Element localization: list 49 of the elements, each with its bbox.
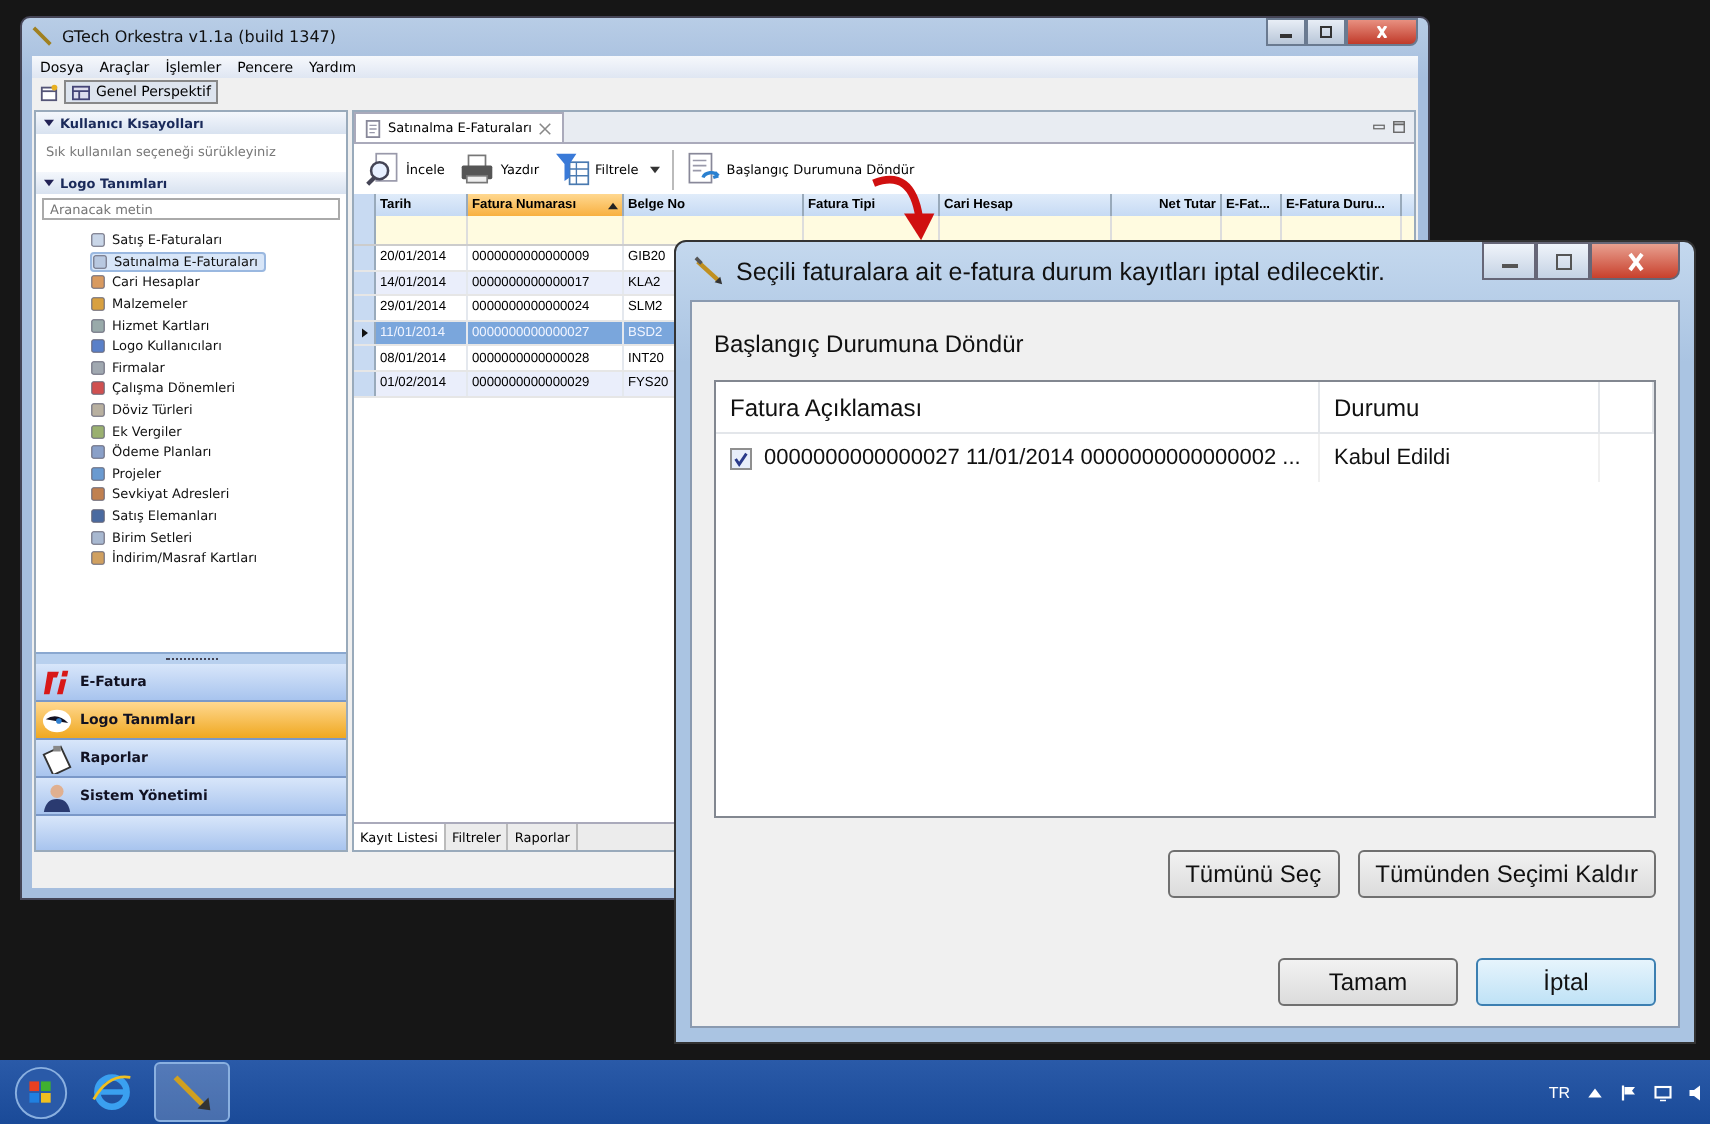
close-icon <box>1372 26 1392 38</box>
maximize-icon <box>1555 253 1571 269</box>
caret-up-icon[interactable] <box>1586 1083 1604 1101</box>
maximize-icon[interactable] <box>1392 120 1406 134</box>
close-button[interactable] <box>1590 242 1680 280</box>
document-icon <box>364 119 382 137</box>
browser-e-icon[interactable] <box>90 1070 134 1114</box>
table-cell: 0000000000000027 11/01/2014 0000000000000002 ... <box>764 446 1301 470</box>
minimize-button[interactable] <box>1482 242 1536 280</box>
splitter-handle[interactable] <box>165 657 217 661</box>
close-button[interactable] <box>1346 18 1418 46</box>
column-header[interactable]: Fatura Açıklaması <box>716 382 1320 432</box>
open-perspective-icon[interactable] <box>40 83 58 101</box>
start-orb-icon[interactable] <box>12 1063 70 1121</box>
eye-icon <box>42 705 72 735</box>
sort-arrow-icon <box>608 201 618 209</box>
grid-icon <box>72 83 90 101</box>
magnifier-icon <box>366 152 400 186</box>
speaker-icon[interactable] <box>1688 1083 1706 1101</box>
select-button[interactable]: Tümünü Seç <box>1167 850 1340 898</box>
letter-logo-icon <box>42 667 72 697</box>
row-pointer-icon <box>361 328 367 339</box>
pen-icon <box>32 26 54 48</box>
printer-icon <box>460 152 495 186</box>
window-title: GTech Orkestra v1.1a (build 1347) <box>62 28 336 46</box>
checkmark-icon <box>732 449 750 467</box>
minimize-icon <box>1501 264 1517 268</box>
restore-icon <box>1316 26 1336 38</box>
language-indicator[interactable]: TR <box>1548 1083 1570 1101</box>
select-button[interactable]: Tümünden Seçimi Kaldır <box>1357 850 1656 898</box>
close-icon[interactable] <box>537 121 552 135</box>
maximize-button[interactable] <box>1536 242 1590 280</box>
checkbox[interactable] <box>730 447 752 469</box>
funnel-icon <box>555 152 589 186</box>
restore-button[interactable] <box>1306 18 1346 46</box>
minimize-icon <box>1280 33 1292 37</box>
clipboard-icon <box>42 743 72 773</box>
dialog-button[interactable]: İptal <box>1476 958 1656 1006</box>
taskbar-app-button[interactable] <box>154 1062 230 1122</box>
document-icon <box>686 152 721 186</box>
table-cell: Kabul Edildi <box>1334 446 1451 470</box>
minimize-icon[interactable] <box>1372 120 1386 134</box>
dialog-button[interactable]: Tamam <box>1278 958 1458 1006</box>
monitor-icon[interactable] <box>1654 1083 1672 1101</box>
column-header[interactable]: Durumu <box>1320 382 1600 432</box>
minimize-button[interactable] <box>1266 18 1306 46</box>
flag-icon[interactable] <box>1620 1083 1638 1101</box>
person-icon <box>42 781 72 811</box>
close-icon <box>1623 251 1647 271</box>
